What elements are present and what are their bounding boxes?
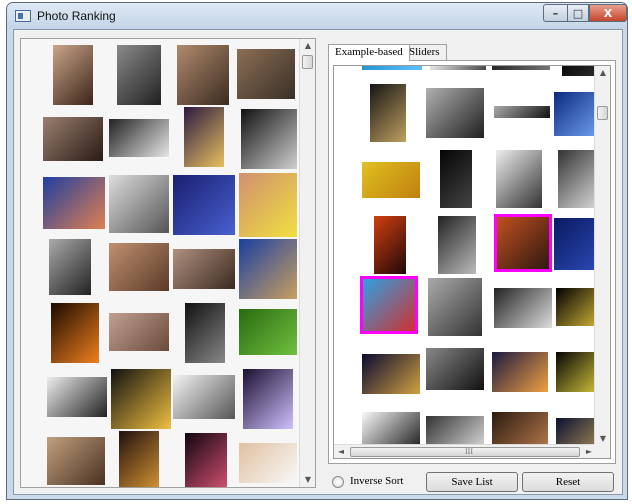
maximize-icon: □ — [572, 6, 584, 20]
hands-bw-photo[interactable] — [494, 288, 552, 328]
client-area: ▲ ▼ Example-based Sliders ▲ ▼ ◄ III ► In… — [13, 29, 623, 495]
woman-headscarf-photo[interactable] — [117, 45, 161, 105]
dark-plant-photo[interactable] — [185, 303, 225, 363]
inverse-sort-label[interactable]: Inverse Sort — [350, 475, 403, 487]
fireworks-photo[interactable] — [185, 433, 227, 487]
white-strip-photo[interactable] — [430, 66, 486, 70]
bw-men-photo[interactable] — [426, 348, 484, 390]
city-night-photo[interactable] — [492, 352, 548, 392]
man-bagpipe-photo[interactable] — [360, 276, 418, 334]
monument-silhouette-photo[interactable] — [49, 239, 91, 295]
inverse-sort-radio[interactable] — [332, 476, 344, 488]
mushroom-photo[interactable] — [109, 119, 169, 157]
tab-example-based[interactable]: Example-based — [328, 44, 410, 61]
scrollbar-corner — [594, 444, 610, 458]
baby-white-hat-photo[interactable] — [239, 443, 297, 483]
bottles-night-photo[interactable] — [119, 431, 159, 487]
woman-flowers-photo[interactable] — [239, 173, 297, 237]
woman-hat-photo[interactable] — [47, 437, 105, 485]
close-button[interactable]: X — [589, 4, 627, 22]
man-glasses-photo[interactable] — [177, 45, 229, 105]
orange-flower-photo[interactable] — [51, 303, 99, 363]
close-icon: X — [603, 6, 613, 20]
old-man-beard-photo[interactable] — [237, 49, 295, 99]
doorway-man-photo[interactable] — [438, 216, 476, 274]
orange-sunset-photo[interactable] — [374, 216, 406, 274]
scroll-thumb[interactable] — [302, 55, 313, 69]
street-person-photo[interactable] — [496, 150, 542, 208]
glowing-flower-photo[interactable] — [111, 369, 171, 429]
purple-flower-photo[interactable] — [243, 369, 293, 429]
old-woman-photo[interactable] — [109, 313, 169, 351]
minimize-icon: – — [552, 6, 559, 20]
horizontal-scrollbar[interactable]: ◄ III ► — [334, 444, 596, 458]
screaming-man-photo[interactable] — [43, 117, 103, 161]
maximize-button[interactable]: □ — [567, 4, 589, 22]
minimize-button[interactable]: – — [543, 4, 567, 22]
blue-strip-photo[interactable] — [362, 66, 422, 70]
scroll-thumb[interactable] — [597, 106, 608, 120]
yellow-lizard-photo[interactable] — [362, 162, 420, 198]
scroll-up-icon[interactable]: ▲ — [595, 66, 610, 80]
bw-strip-photo[interactable] — [494, 106, 550, 118]
right-vertical-scrollbar[interactable]: ▲ ▼ — [594, 66, 610, 446]
scroll-down-icon[interactable]: ▼ — [300, 473, 315, 487]
scroll-up-icon[interactable]: ▲ — [300, 39, 315, 53]
power-lines-photo[interactable] — [173, 375, 235, 419]
white-building-photo[interactable] — [426, 88, 484, 138]
reset-button[interactable]: Reset — [522, 472, 614, 492]
two-old-men-photo[interactable] — [173, 249, 235, 289]
dark-strip-photo[interactable] — [492, 66, 550, 70]
ferris-wheel-photo[interactable] — [184, 107, 224, 167]
woman-laptop-photo[interactable] — [428, 278, 482, 336]
title-bar[interactable]: Photo Ranking – □ X — [7, 3, 627, 29]
opera-house-photo[interactable] — [362, 354, 420, 394]
silhouette-blue-sky-photo[interactable] — [239, 239, 297, 299]
grip-icon: III — [465, 447, 473, 456]
baby-cards-photo[interactable] — [43, 177, 105, 229]
example-based-panel: ▲ ▼ ◄ III ► — [328, 60, 616, 464]
app-window: Photo Ranking – □ X ▲ ▼ Example-based Sl… — [6, 2, 628, 500]
white-flower-photo[interactable] — [241, 109, 297, 169]
blue-night-city-photo[interactable] — [173, 175, 235, 235]
bw-smoke-photo[interactable] — [47, 377, 107, 417]
astronaut-photo[interactable] — [109, 175, 169, 233]
smiling-woman-photo[interactable] — [109, 243, 169, 291]
app-icon — [15, 10, 31, 22]
woman-face-photo[interactable] — [53, 45, 93, 105]
save-list-button[interactable]: Save List — [426, 472, 518, 492]
horizontal-scroll-thumb[interactable]: III — [350, 447, 580, 457]
green-leaf-photo[interactable] — [239, 309, 297, 355]
dark-figure-photo[interactable] — [440, 150, 472, 208]
man-shooting-photo[interactable] — [494, 214, 552, 272]
window-title: Photo Ranking — [37, 9, 116, 23]
scroll-left-icon[interactable]: ◄ — [334, 445, 348, 458]
left-vertical-scrollbar[interactable]: ▲ ▼ — [299, 39, 315, 487]
dark-statue-photo[interactable] — [370, 84, 406, 142]
ranked-photos-pane[interactable]: ▲ ▼ ◄ III ► — [333, 65, 611, 459]
photo-collection-pane[interactable]: ▲ ▼ — [20, 38, 316, 488]
